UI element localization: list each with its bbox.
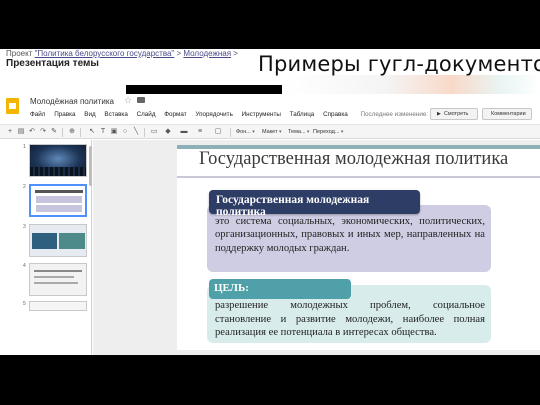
menu-slide[interactable]: Слайд bbox=[137, 111, 156, 118]
menu-insert[interactable]: Вставка bbox=[104, 111, 127, 118]
thumbnail-shape bbox=[34, 276, 74, 278]
title-divider bbox=[177, 176, 540, 178]
undo-icon[interactable]: ↶ bbox=[28, 128, 36, 136]
filmstrip-scrollbar[interactable] bbox=[89, 146, 92, 186]
slide-thumbnail-4[interactable] bbox=[29, 263, 87, 296]
menu-arrange[interactable]: Упорядочить bbox=[195, 111, 232, 118]
breadcrumb: Проект "Политика белорусского государств… bbox=[6, 49, 238, 58]
print-icon[interactable]: ▤ bbox=[17, 128, 25, 136]
slide-title[interactable]: Государственная молодежная политика bbox=[199, 149, 508, 170]
thumbnail-shape bbox=[36, 196, 82, 203]
thumbnail-shape bbox=[32, 233, 57, 249]
breadcrumb-separator: > bbox=[231, 49, 238, 58]
slide-thumbnail-3[interactable] bbox=[29, 224, 87, 257]
image-icon[interactable]: ▣ bbox=[110, 128, 118, 136]
toolbar: + ▤ ↶ ↷ ✎ ⊕ ↖ T ▣ ○ ╲ ▭ ◆ ▬ ≡ ▢ Фон... ▾… bbox=[0, 124, 540, 139]
slide-number: 4 bbox=[23, 263, 26, 269]
menu-help[interactable]: Справка bbox=[323, 111, 348, 118]
transition-button[interactable]: Переход... bbox=[313, 128, 343, 137]
presentation-slide: Проект "Политика белорусского государств… bbox=[0, 49, 540, 355]
thumbnail-shape bbox=[59, 233, 85, 249]
toolbar-divider bbox=[230, 128, 231, 137]
menu-file[interactable]: Файл bbox=[30, 111, 45, 118]
slide-number: 2 bbox=[23, 184, 26, 190]
slide-number: 3 bbox=[23, 224, 26, 230]
fill-color-icon[interactable]: ◆ bbox=[164, 128, 172, 136]
folder-icon[interactable] bbox=[137, 97, 145, 103]
select-icon[interactable]: ↖ bbox=[88, 128, 96, 136]
slide-thumbnail-5[interactable] bbox=[29, 301, 87, 311]
goal-label[interactable]: ЦЕЛЬ: bbox=[209, 279, 351, 299]
slides-app: Молодёжная политика ☆ Файл Правка Вид Вс… bbox=[0, 94, 540, 355]
border-color-icon[interactable]: ▬ bbox=[180, 128, 188, 136]
definition-label[interactable]: Государственная молодежная политика bbox=[209, 190, 420, 218]
crop-icon[interactable]: ▢ bbox=[214, 128, 222, 136]
screenshot-frame: Проект "Политика белорусского государств… bbox=[0, 0, 540, 405]
toolbar-divider bbox=[80, 128, 81, 137]
zoom-icon[interactable]: ⊕ bbox=[68, 128, 76, 136]
goal-text[interactable]: разрешение молодежных проблем, социально… bbox=[215, 299, 485, 340]
menu-format[interactable]: Формат bbox=[164, 111, 186, 118]
thumbnail-shape bbox=[34, 282, 78, 284]
border-weight-icon[interactable]: ≡ bbox=[196, 128, 204, 136]
thumbnail-shape bbox=[35, 190, 83, 193]
theme-button[interactable]: Тема... bbox=[288, 128, 309, 137]
menu-bar: Файл Правка Вид Вставка Слайд Формат Упо… bbox=[30, 111, 481, 118]
slide-number: 1 bbox=[23, 144, 26, 150]
toolbar-divider bbox=[144, 128, 145, 137]
layout-dropdown[interactable]: Макет bbox=[262, 128, 281, 137]
toolbar-divider bbox=[62, 128, 63, 137]
slide-number: 5 bbox=[23, 301, 26, 307]
comments-button[interactable]: Комментарии bbox=[482, 108, 532, 120]
page-title: Презентация темы bbox=[6, 58, 99, 69]
background-dropdown[interactable]: Фон... bbox=[236, 128, 255, 137]
star-icon[interactable]: ☆ bbox=[124, 95, 132, 106]
thumbnail-shape bbox=[34, 270, 82, 272]
textbox-icon[interactable]: T bbox=[99, 128, 107, 136]
comment-icon[interactable]: ▭ bbox=[150, 128, 158, 136]
thumbnail-shape bbox=[36, 205, 82, 212]
breadcrumb-project-link[interactable]: "Политика белорусского государства" bbox=[35, 49, 175, 58]
breadcrumb-section-link[interactable]: Молодежная bbox=[183, 49, 231, 58]
document-title[interactable]: Молодёжная политика bbox=[30, 97, 114, 106]
slides-logo-icon[interactable] bbox=[6, 98, 19, 114]
present-button[interactable]: Смотреть bbox=[430, 108, 478, 120]
slide-thumbnail-1[interactable] bbox=[29, 144, 87, 177]
new-slide-icon[interactable]: + bbox=[6, 128, 14, 136]
slide-headline: Примеры гугл-документов bbox=[258, 52, 540, 76]
redo-icon[interactable]: ↷ bbox=[39, 128, 47, 136]
thumbnail-image bbox=[30, 167, 86, 176]
line-icon[interactable]: ╲ bbox=[132, 128, 140, 136]
shape-icon[interactable]: ○ bbox=[121, 128, 129, 136]
paint-format-icon[interactable]: ✎ bbox=[50, 128, 58, 136]
menu-table[interactable]: Таблица bbox=[290, 111, 315, 118]
definition-text[interactable]: это система социальных, экономических, п… bbox=[215, 215, 485, 255]
slide-page[interactable]: Государственная молодежная политика Госу… bbox=[177, 145, 540, 350]
slide-thumbnail-2[interactable] bbox=[29, 184, 87, 217]
menu-edit[interactable]: Правка bbox=[54, 111, 75, 118]
menu-view[interactable]: Вид bbox=[84, 111, 95, 118]
menu-tools[interactable]: Инструменты bbox=[242, 111, 281, 118]
breadcrumb-prefix: Проект bbox=[6, 49, 35, 58]
